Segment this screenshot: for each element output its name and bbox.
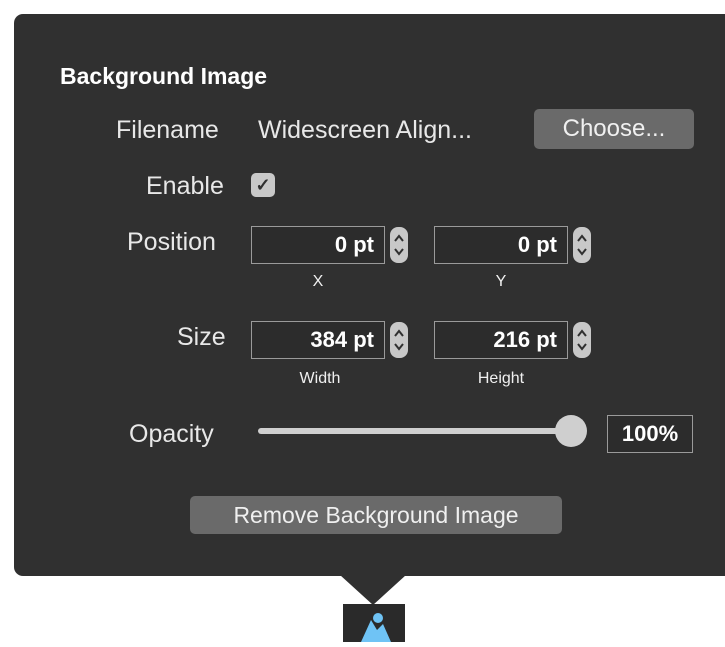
background-image-toolbar-icon[interactable] (343, 604, 405, 642)
popover-arrow (340, 575, 406, 605)
filename-value: Widescreen Align... (258, 116, 472, 144)
enable-checkbox[interactable]: ✓ (251, 173, 275, 197)
position-label: Position (127, 228, 216, 256)
filename-label: Filename (116, 116, 219, 144)
width-label: Width (299, 370, 341, 387)
size-height-stepper[interactable] (573, 322, 591, 358)
opacity-slider-knob[interactable] (555, 415, 587, 447)
checkmark-icon: ✓ (255, 174, 271, 195)
size-height-field[interactable]: 216 pt (434, 321, 568, 359)
choose-button[interactable]: Choose... (534, 109, 694, 149)
opacity-label: Opacity (129, 420, 214, 448)
panel-title: Background Image (60, 63, 268, 89)
x-label: X (312, 273, 324, 290)
background-image-popover (14, 14, 725, 576)
position-x-field[interactable]: 0 pt (251, 226, 385, 264)
opacity-slider-track[interactable] (258, 428, 574, 434)
opacity-value-field[interactable]: 100% (607, 415, 693, 453)
position-y-stepper[interactable] (573, 227, 591, 263)
position-x-stepper[interactable] (390, 227, 408, 263)
y-label: Y (495, 273, 507, 290)
size-label: Size (177, 323, 226, 351)
height-label: Height (477, 370, 525, 387)
size-width-stepper[interactable] (390, 322, 408, 358)
position-y-field[interactable]: 0 pt (434, 226, 568, 264)
size-width-field[interactable]: 384 pt (251, 321, 385, 359)
enable-label: Enable (146, 172, 224, 200)
remove-background-image-button[interactable]: Remove Background Image (190, 496, 562, 534)
